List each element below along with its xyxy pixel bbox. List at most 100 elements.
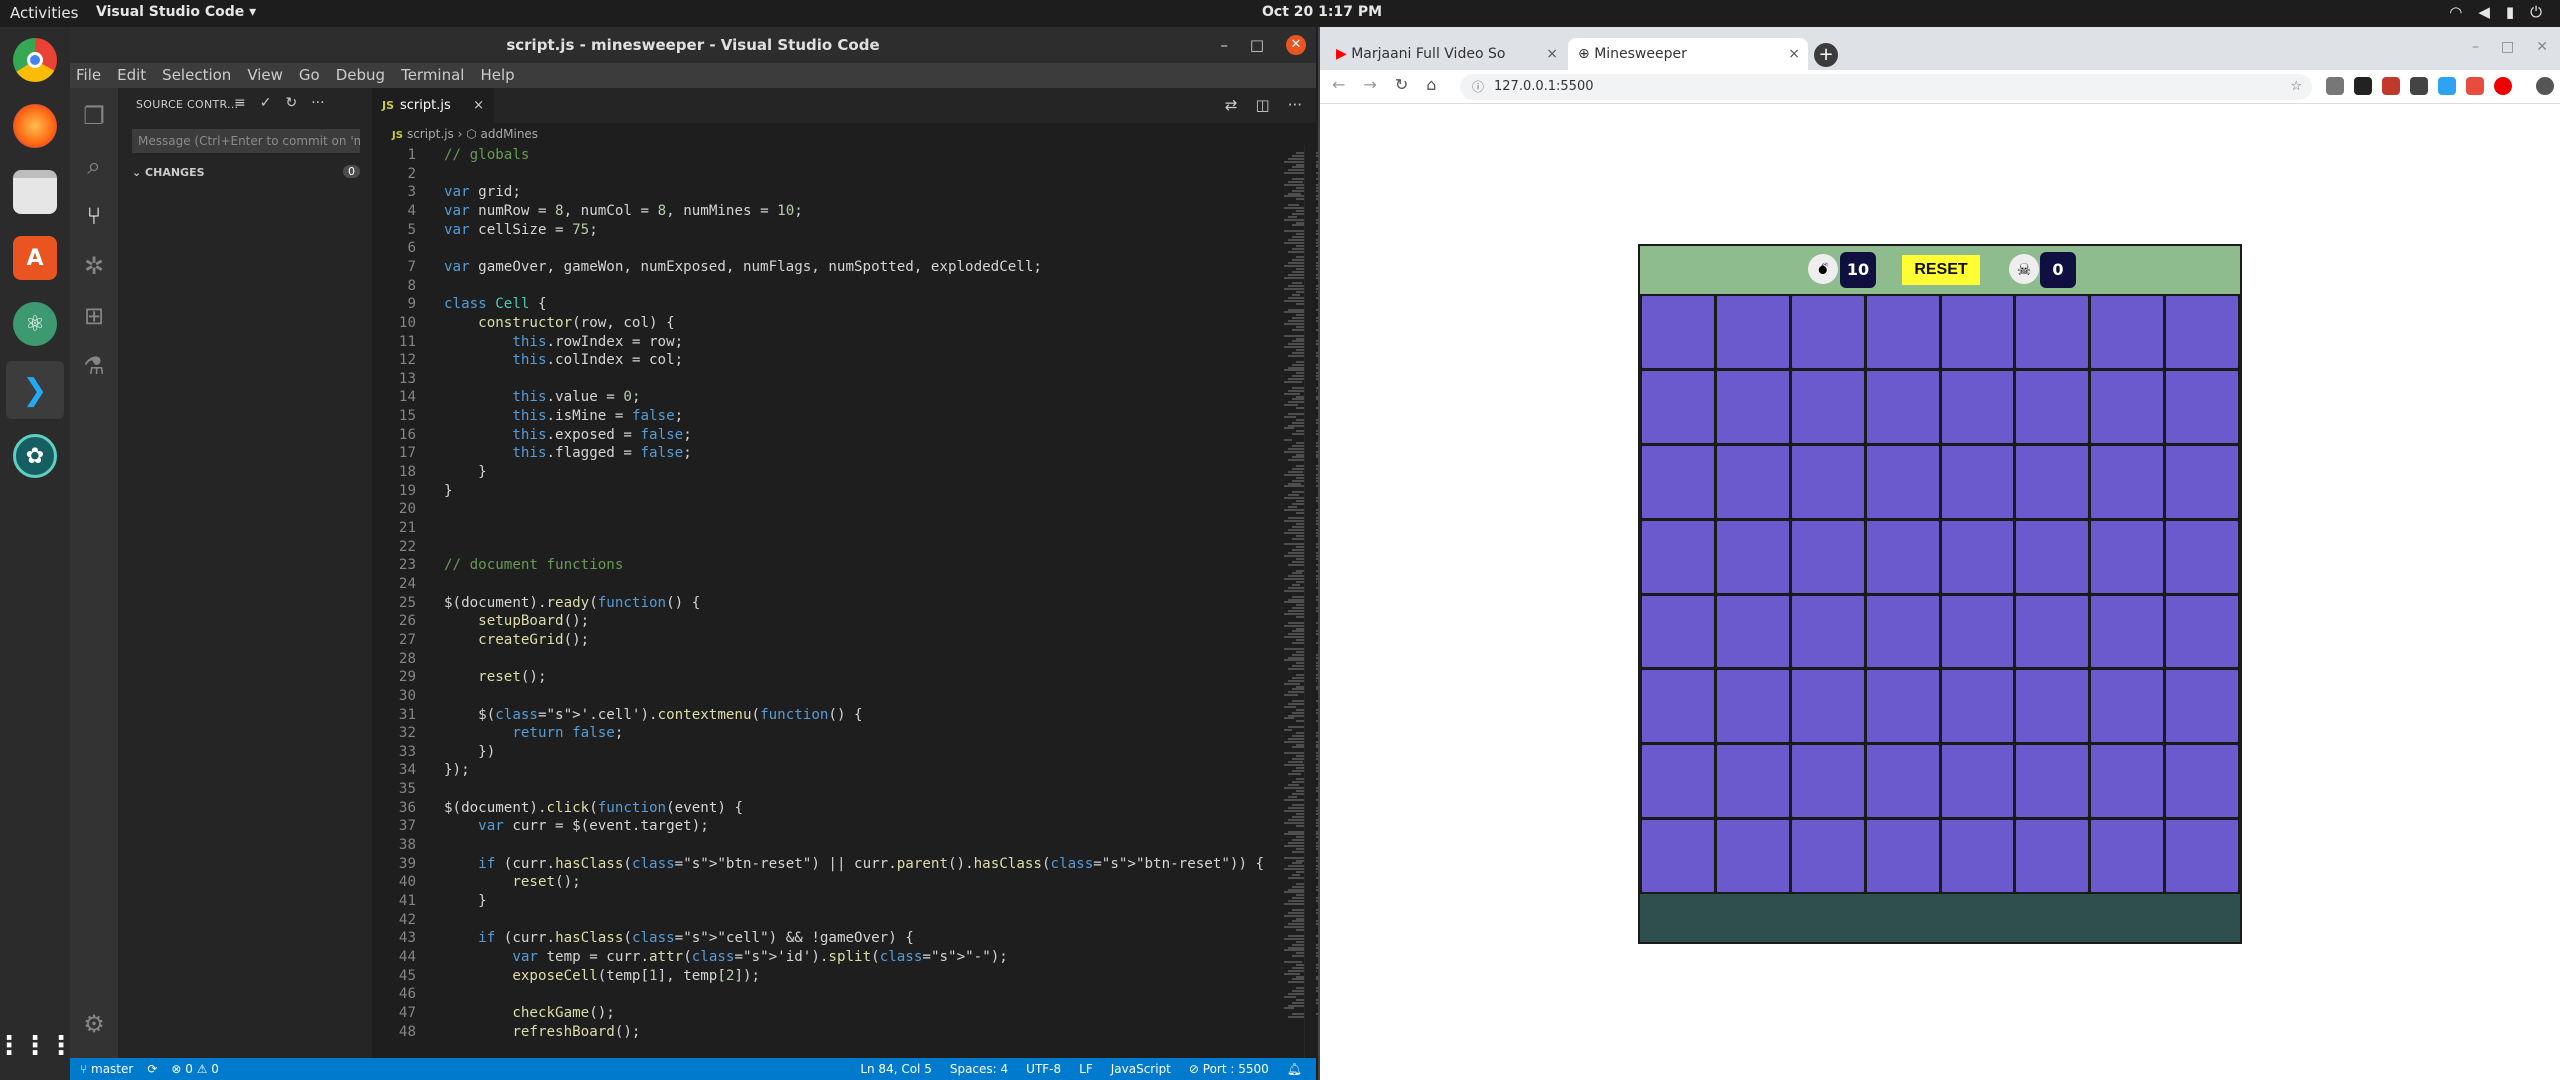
editor-scrollbar[interactable] bbox=[1304, 145, 1316, 1058]
live-server-port[interactable]: ⊘ Port : 5500 bbox=[1189, 1058, 1269, 1080]
mine-cell[interactable] bbox=[1642, 296, 1714, 368]
mine-cell[interactable] bbox=[1941, 820, 2014, 892]
mine-cell[interactable] bbox=[1716, 670, 1789, 743]
menu-view[interactable]: View bbox=[247, 63, 283, 88]
menu-file[interactable]: File bbox=[76, 63, 101, 88]
mine-cell[interactable] bbox=[2091, 296, 2164, 368]
mine-cell[interactable] bbox=[2016, 370, 2089, 443]
reset-button[interactable]: RESET bbox=[1902, 255, 1980, 285]
extension-icon[interactable] bbox=[2466, 77, 2484, 95]
mine-cell[interactable] bbox=[1941, 745, 2014, 818]
mine-cell[interactable] bbox=[2091, 670, 2164, 743]
mine-cell[interactable] bbox=[1866, 745, 1939, 818]
info-icon[interactable]: ⓘ bbox=[1472, 74, 1484, 100]
sync-icon[interactable]: ⟳ bbox=[147, 1058, 157, 1080]
extensions-icon[interactable]: ⊞ bbox=[70, 292, 118, 340]
mine-cell[interactable] bbox=[1866, 520, 1939, 593]
home-icon[interactable]: ⌂ bbox=[1426, 75, 1436, 94]
minimize-icon[interactable]: – bbox=[2472, 39, 2479, 55]
mine-cell[interactable] bbox=[2016, 445, 2089, 518]
mine-cell[interactable] bbox=[2016, 296, 2089, 368]
mine-cell[interactable] bbox=[1791, 745, 1864, 818]
close-icon[interactable]: ✕ bbox=[2536, 39, 2548, 55]
changes-section[interactable]: ⌄ CHANGES 0 bbox=[132, 165, 360, 179]
extension-icon[interactable] bbox=[2410, 77, 2428, 95]
menu-terminal[interactable]: Terminal bbox=[401, 63, 464, 88]
mine-cell[interactable] bbox=[1716, 745, 1789, 818]
mine-cell[interactable] bbox=[1866, 296, 1939, 368]
mine-cell[interactable] bbox=[1791, 296, 1864, 368]
menu-help[interactable]: Help bbox=[480, 63, 514, 88]
mine-cell[interactable] bbox=[1791, 595, 1864, 668]
mine-cell[interactable] bbox=[1642, 670, 1714, 743]
mine-cell[interactable] bbox=[1791, 820, 1864, 892]
settings-gear-icon[interactable]: ⚙ bbox=[70, 1000, 118, 1048]
problems-indicator[interactable]: ⊗ 0 ⚠ 0 bbox=[171, 1058, 219, 1080]
mine-cell[interactable] bbox=[1642, 595, 1714, 668]
profile-avatar[interactable] bbox=[2536, 77, 2554, 95]
mine-cell[interactable] bbox=[1941, 670, 2014, 743]
reload-icon[interactable]: ↻ bbox=[1395, 75, 1408, 94]
commit-check-icon[interactable]: ✓ bbox=[260, 95, 272, 111]
mine-cell[interactable] bbox=[1642, 745, 1714, 818]
forward-icon[interactable]: → bbox=[1363, 75, 1376, 94]
menu-debug[interactable]: Debug bbox=[336, 63, 385, 88]
app-menu[interactable]: Visual Studio Code ▾ bbox=[96, 4, 256, 20]
menu-selection[interactable]: Selection bbox=[162, 63, 231, 88]
more-actions-icon[interactable]: ··· bbox=[311, 95, 324, 111]
menu-go[interactable]: Go bbox=[299, 63, 320, 88]
mine-cell[interactable] bbox=[1716, 520, 1789, 593]
mine-cell[interactable] bbox=[2016, 820, 2089, 892]
mine-cell[interactable] bbox=[2091, 745, 2164, 818]
test-flask-icon[interactable]: ⚗ bbox=[70, 342, 118, 390]
back-icon[interactable]: ← bbox=[1332, 75, 1345, 94]
branch-indicator[interactable]: ⑂ master bbox=[80, 1058, 133, 1080]
mine-cell[interactable] bbox=[2091, 595, 2164, 668]
tab-minesweeper[interactable]: ⊕ Minesweeper × bbox=[1568, 38, 1808, 70]
address-bar[interactable]: ⓘ 127.0.0.1:5500 ☆ bbox=[1460, 74, 2312, 100]
menu-edit[interactable]: Edit bbox=[117, 63, 146, 88]
code-editor[interactable]: 1// globals 2 3 var grid; 4 var numRow = 8, n… bbox=[372, 145, 1280, 1058]
mine-cell[interactable] bbox=[1642, 820, 1714, 892]
refresh-icon[interactable]: ↻ bbox=[285, 95, 297, 111]
minimize-icon[interactable]: – bbox=[1220, 27, 1228, 63]
maximize-icon[interactable]: □ bbox=[2501, 39, 2514, 55]
mine-cell[interactable] bbox=[1866, 445, 1939, 518]
mine-cell[interactable] bbox=[2016, 520, 2089, 593]
dock-gitkraken[interactable]: ✿ bbox=[6, 427, 64, 485]
extension-icon[interactable] bbox=[2438, 77, 2456, 95]
close-icon[interactable]: ✕ bbox=[1286, 35, 1306, 55]
mine-cell[interactable] bbox=[1716, 370, 1789, 443]
dock-firefox[interactable] bbox=[6, 97, 64, 155]
maximize-icon[interactable]: □ bbox=[1250, 27, 1264, 63]
dock-vscode[interactable]: ❯ bbox=[6, 361, 64, 419]
mine-cell[interactable] bbox=[1941, 520, 2014, 593]
mine-cell[interactable] bbox=[1866, 595, 1939, 668]
editor-more-icon[interactable]: ··· bbox=[1288, 88, 1302, 123]
mine-cell[interactable] bbox=[1941, 595, 2014, 668]
mine-cell[interactable] bbox=[1866, 370, 1939, 443]
tab-close-icon[interactable]: × bbox=[1546, 38, 1558, 70]
system-tray[interactable]: ◠ ◀ ▮ ⏻ bbox=[2449, 3, 2542, 21]
indentation[interactable]: Spaces: 4 bbox=[950, 1058, 1008, 1080]
mine-cell[interactable] bbox=[2166, 520, 2238, 593]
cursor-position[interactable]: Ln 84, Col 5 bbox=[860, 1058, 932, 1080]
filter-icon[interactable]: ≡ bbox=[234, 95, 246, 111]
dock-files[interactable] bbox=[6, 163, 64, 221]
mine-cell[interactable] bbox=[2166, 595, 2238, 668]
open-changes-icon[interactable]: ⇄ bbox=[1225, 88, 1238, 123]
search-icon[interactable]: ⌕ bbox=[70, 142, 118, 190]
tab-close-icon[interactable]: × bbox=[473, 88, 484, 123]
mine-cell[interactable] bbox=[2166, 670, 2238, 743]
mine-cell[interactable] bbox=[1642, 445, 1714, 518]
mine-cell[interactable] bbox=[1866, 820, 1939, 892]
tab-script-js[interactable]: JS script.js × bbox=[372, 88, 494, 123]
end-of-line[interactable]: LF bbox=[1079, 1058, 1093, 1080]
language-mode[interactable]: JavaScript bbox=[1111, 1058, 1171, 1080]
commit-message-input[interactable]: Message (Ctrl+Enter to commit on 'ma bbox=[132, 129, 360, 153]
tab-close-icon[interactable]: × bbox=[1788, 38, 1800, 70]
source-control-icon[interactable]: ⑂ bbox=[70, 192, 118, 240]
mine-cell[interactable] bbox=[2091, 520, 2164, 593]
mine-cell[interactable] bbox=[2016, 745, 2089, 818]
mine-cell[interactable] bbox=[1642, 370, 1714, 443]
